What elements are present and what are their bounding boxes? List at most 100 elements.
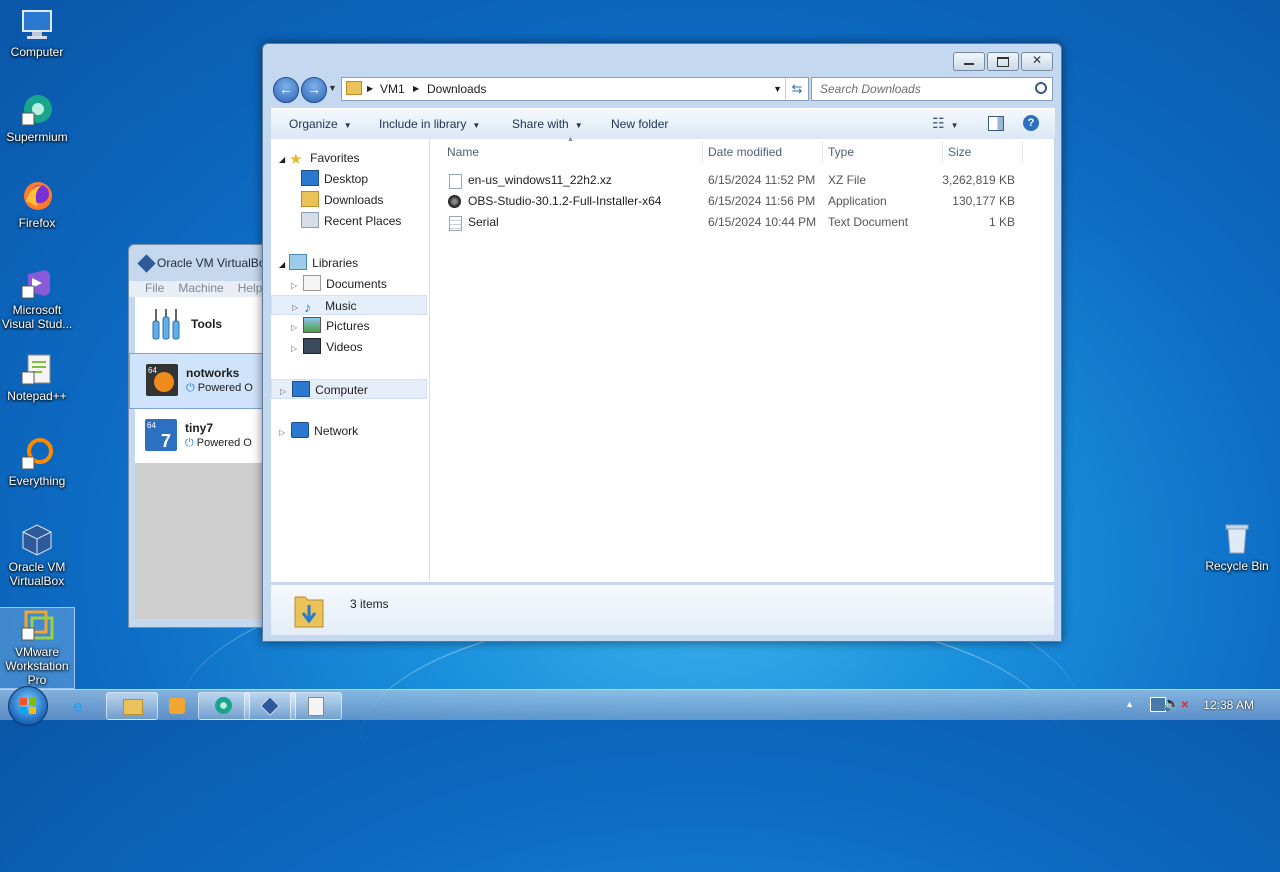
caption-buttons: ✕ <box>953 52 1053 71</box>
vm-item-status: ⏻ Powered O <box>185 437 252 450</box>
share-label: Share with <box>512 117 569 131</box>
search-box[interactable]: Search Downloads <box>811 77 1053 101</box>
taskbar-ie[interactable]: e <box>56 692 108 720</box>
file-name: Serial <box>468 215 499 229</box>
forward-button[interactable]: → <box>301 77 327 103</box>
address-history-dropdown-icon[interactable]: ▼ <box>773 84 782 94</box>
share-with-button[interactable]: Share with ▼ <box>512 117 583 131</box>
organize-button[interactable]: Organize ▼ <box>289 117 352 131</box>
back-button[interactable]: ← <box>273 77 299 103</box>
tree-item-recent-places[interactable]: Recent Places <box>301 211 401 231</box>
vm-item-notworks[interactable]: 64 notworks ⏻ Powered O <box>129 353 269 409</box>
taskbar-supermium[interactable] <box>198 692 250 720</box>
tree-item-network[interactable]: ▷ Network <box>279 421 358 441</box>
column-header-size[interactable]: Size <box>948 145 971 159</box>
tree-item-computer[interactable]: ▷ Computer <box>271 379 427 399</box>
vm-item-tiny7[interactable]: 7 64 tiny7 ⏻ Powered O <box>135 409 269 463</box>
search-input[interactable]: Search Downloads <box>820 82 921 96</box>
minimize-button[interactable] <box>953 52 985 71</box>
breadcrumb-separator-icon[interactable]: ▶ <box>367 84 373 93</box>
column-header-date[interactable]: Date modified <box>708 145 782 159</box>
everything-icon <box>20 437 54 471</box>
desktop-icon-everything[interactable]: Everything <box>0 437 74 488</box>
tree-label: Computer <box>315 383 368 397</box>
column-header-type[interactable]: Type <box>828 145 854 159</box>
help-icon[interactable]: ? <box>1023 115 1039 131</box>
notepadpp-icon <box>20 352 54 386</box>
view-options-icon[interactable]: ☷ ▼ <box>932 115 958 132</box>
column-header-name[interactable]: Name <box>447 145 479 159</box>
taskbar-virtualbox[interactable] <box>244 692 296 720</box>
column-separator[interactable] <box>1022 141 1023 163</box>
desktop-icon-label: Firefox <box>18 216 56 230</box>
details-pane: 3 items <box>271 584 1054 635</box>
desktop-icon-supermium[interactable]: Supermium <box>0 93 74 144</box>
start-button[interactable] <box>8 686 48 726</box>
tree-label: Downloads <box>324 193 384 207</box>
maximize-button[interactable] <box>987 52 1019 71</box>
desktop-icon-notepadpp[interactable]: Notepad++ <box>0 352 74 403</box>
supermium-icon <box>20 93 54 127</box>
tree-item-libraries[interactable]: ◢ Libraries <box>279 253 358 273</box>
desktop-icon-virtualbox[interactable]: Oracle VM VirtualBox <box>0 523 74 588</box>
include-label: Include in library <box>379 117 467 131</box>
file-type: Application <box>828 194 887 208</box>
taskbar-media-player[interactable] <box>152 692 204 720</box>
maximize-icon <box>997 57 1009 67</box>
desktop-icon-visual-studio[interactable]: Microsoft Visual Stud... <box>0 266 74 331</box>
clock[interactable]: 12:38 AM <box>1203 698 1254 712</box>
desktop-icon-vmware[interactable]: VMware Workstation Pro <box>0 607 75 689</box>
expand-arrow-icon: ▷ <box>292 303 299 312</box>
address-bar[interactable]: ▶ VM1 ▶ Downloads ▼ ⇆ <box>341 77 809 101</box>
file-date: 6/15/2024 11:56 PM <box>708 194 816 208</box>
tree-item-downloads[interactable]: Downloads <box>301 190 383 210</box>
desktop-icon-recycle-bin[interactable]: Recycle Bin <box>1200 522 1274 573</box>
vm-list-empty-area <box>135 463 269 619</box>
desktop-icon-label: VMware Workstation Pro <box>5 645 69 687</box>
expand-arrow-icon: ▷ <box>291 323 298 332</box>
pictures-icon <box>303 317 322 333</box>
file-row[interactable]: en-us_windows11_22h2.xz 6/15/2024 11:52 … <box>430 170 1054 191</box>
breadcrumb-vm1[interactable]: VM1 <box>380 82 405 96</box>
desktop-icon-firefox[interactable]: Firefox <box>0 179 74 230</box>
refresh-icon[interactable]: ⇆ <box>785 78 808 100</box>
tree-item-favorites[interactable]: ◢ ★ Favorites <box>279 148 360 168</box>
tree-item-desktop[interactable]: Desktop <box>301 169 368 189</box>
column-separator[interactable] <box>822 141 823 163</box>
breadcrumb-separator-icon[interactable]: ▶ <box>413 84 419 93</box>
visual-studio-icon <box>20 266 54 300</box>
sort-indicator-icon: ▲ <box>567 136 574 143</box>
virtualbox-window[interactable]: Oracle VM VirtualBo File Machine Help To… <box>128 244 270 628</box>
expand-arrow-icon: ▷ <box>280 387 287 396</box>
tree-item-pictures[interactable]: ▷ Pictures <box>291 316 370 336</box>
include-in-library-button[interactable]: Include in library ▼ <box>379 117 480 131</box>
file-row[interactable]: OBS-Studio-30.1.2-Full-Installer-x64 6/1… <box>430 191 1054 212</box>
show-hidden-icons-icon[interactable]: ▲ <box>1125 699 1134 709</box>
breadcrumb-downloads[interactable]: Downloads <box>427 82 486 96</box>
file-row[interactable]: Serial 6/15/2024 10:44 PM Text Document … <box>430 212 1054 233</box>
preview-pane-icon[interactable] <box>988 116 1004 131</box>
tree-item-music[interactable]: ▷ ♪ Music <box>271 295 427 315</box>
tree-item-videos[interactable]: ▷ Videos <box>291 337 363 357</box>
desktop-icon-label: Recycle Bin <box>1205 559 1269 573</box>
taskbar-explorer[interactable] <box>106 692 158 720</box>
column-separator[interactable] <box>942 141 943 163</box>
tree-item-documents[interactable]: ▷ Documents <box>291 274 387 294</box>
recent-pages-dropdown-icon[interactable]: ▼ <box>328 83 337 93</box>
virtualbox-title-icon <box>135 252 158 275</box>
taskbar-notepadpp[interactable] <box>290 692 342 720</box>
column-separator[interactable] <box>702 141 703 163</box>
tree-label: Music <box>325 299 357 313</box>
menu-help[interactable]: Help <box>238 281 263 297</box>
item-count: 3 items <box>350 597 389 611</box>
file-list[interactable]: ▲ Name Date modified Type Size en-us_win… <box>430 136 1054 582</box>
volume-muted-icon[interactable]: 🔈✕ <box>1163 695 1189 712</box>
new-folder-button[interactable]: New folder <box>611 117 668 131</box>
menu-file[interactable]: File <box>145 281 164 297</box>
vm-item-name: Tools <box>191 317 223 331</box>
vm-item-tools[interactable]: Tools <box>135 297 269 351</box>
explorer-window[interactable]: ✕ ← → ▼ ▶ VM1 ▶ Downloads ▼ ⇆ Search Dow… <box>262 43 1062 642</box>
menu-machine[interactable]: Machine <box>178 281 223 297</box>
desktop-icon-computer[interactable]: Computer <box>0 8 74 59</box>
close-button[interactable]: ✕ <box>1021 52 1053 71</box>
